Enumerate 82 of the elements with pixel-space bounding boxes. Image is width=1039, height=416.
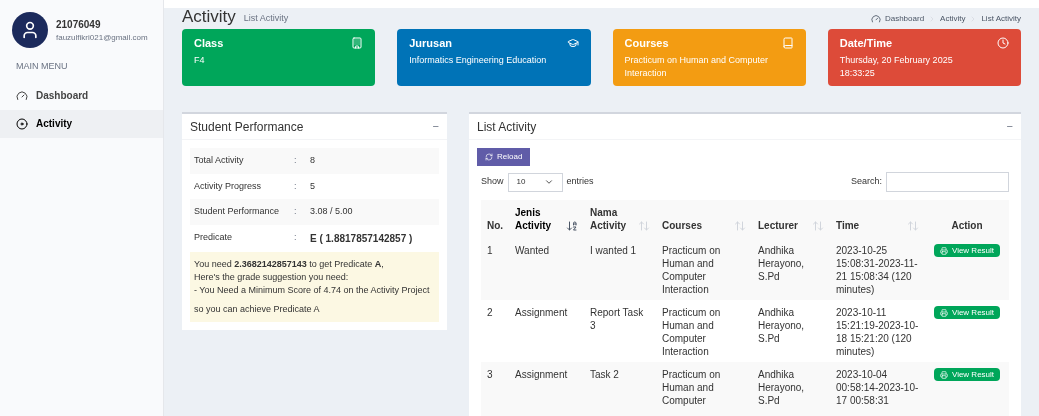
table-cell: 2023-10-25 15:08:31-2023-11-21 15:08:34 (120 minutes) [836, 245, 918, 295]
table-cell: Assignment [515, 307, 568, 318]
table-cell: Andhika Herayono, S.Pd [758, 307, 805, 344]
printer-icon [939, 246, 948, 255]
show-label: Show [481, 175, 504, 189]
card-icon [997, 37, 1009, 50]
breadcrumb-link[interactable]: Dashboard [884, 13, 925, 25]
table-cell: 3 [487, 369, 493, 380]
stat-separator: : [294, 230, 298, 244]
collapse-button[interactable]: − [432, 118, 439, 135]
card-icon [566, 37, 579, 50]
reload-button[interactable]: Reload [477, 148, 531, 166]
stat-value: E ( 1.8817857142857 ) [310, 231, 413, 246]
table-cell: 2023-10-04 00:58:14-2023-10-17 00:58:31 [836, 369, 919, 406]
column-header[interactable]: Jenis Activity [509, 200, 584, 238]
table-cell: Practicum on Human and Computer [662, 369, 721, 406]
card-value: Informatics Engineering Education [409, 53, 548, 67]
table-cell: Andhika Herayono, S.Pd [758, 245, 805, 282]
suggestion-text: so you can achieve Predicate A [194, 302, 321, 316]
column-header: Action [950, 219, 984, 233]
sidebar-item[interactable]: Activity [0, 109, 163, 138]
column-header[interactable]: Time [830, 200, 925, 238]
disc-icon [16, 117, 28, 130]
card-title: Date/Time [839, 36, 893, 51]
table-cell: Task 2 [590, 369, 619, 380]
stat-value: 5 [310, 179, 315, 193]
panel-title: Student Performance [190, 118, 304, 136]
card-icon [351, 37, 364, 50]
card-title: Jurusan [409, 36, 453, 51]
table-cell: I wanted 1 [590, 245, 637, 256]
table-cell: 2023-10-11 15:21:19-2023-10-18 15:21:20 (120 minutes) [836, 307, 919, 357]
avatar-icon [12, 12, 48, 48]
stat-label: Total Activity [194, 154, 245, 167]
stat-value: 8 [310, 154, 315, 167]
card-title: Class [194, 36, 224, 51]
user-email: fauzulfikri021@gmail.com [56, 31, 148, 44]
table-cell: Practicum on Human and Computer Interaction [662, 307, 721, 357]
page-size-select[interactable]: 10 [507, 172, 563, 192]
printer-icon [939, 370, 948, 379]
column-header: No. [486, 219, 505, 233]
sidebar-item[interactable]: Dashboard [0, 81, 163, 110]
column-header[interactable]: Lecturer [752, 200, 830, 238]
sort-icon[interactable] [566, 220, 578, 232]
table-cell: Wanted [515, 245, 550, 256]
menu-heading: MAIN MENU [15, 60, 69, 73]
stat-separator: : [294, 205, 298, 218]
collapse-button[interactable]: − [1006, 118, 1013, 135]
user-id: 21076049 [56, 17, 102, 32]
table-cell: Practicum on Human and Computer Interaction [662, 245, 721, 295]
card-title: Courses [624, 36, 669, 51]
card-value: F4 [194, 53, 206, 67]
stat-separator: : [294, 179, 298, 193]
table-cell: 2 [487, 307, 493, 318]
column-header[interactable]: Nama Activity [584, 200, 656, 238]
caret-icon [543, 177, 554, 187]
suggestion-text: - You Need a Minimum Score of 4.74 on the Activity Project [194, 283, 431, 297]
search-field[interactable] [886, 172, 1009, 192]
stat-label: Activity Progress [194, 179, 263, 193]
column-header[interactable]: Courses [656, 200, 752, 238]
stat-label: Student Performance [194, 205, 281, 218]
stat-value: 3.08 / 5.00 [310, 205, 353, 218]
suggestion-text: Here's the grade suggestion you need: [194, 270, 350, 284]
page-title: Activity [182, 8, 236, 25]
page-subtitle: List Activity [243, 11, 289, 25]
card-value: Thursday, 20 February 2025 18:33:25 [839, 53, 954, 80]
card-icon [781, 37, 794, 50]
printer-icon [939, 308, 948, 317]
gauge-icon [16, 89, 28, 102]
suggestion-text: You need 2.3682142857143 to get Predicate A, [194, 257, 385, 271]
refresh-icon [485, 153, 493, 161]
table-cell: Andhika Herayono, S.Pd [758, 369, 805, 406]
table-cell: Assignment [515, 369, 568, 380]
breadcrumb-link[interactable]: Activity [940, 13, 966, 25]
panel-title: List Activity [477, 118, 537, 136]
search-label: Search: [850, 175, 882, 189]
stat-label: Predicate [194, 230, 234, 244]
gauge-icon [870, 14, 881, 24]
table-cell: 1 [487, 245, 493, 256]
stat-separator: : [294, 154, 298, 167]
entries-label: entries [566, 175, 594, 189]
card-value: Practicum on Human and Computer Interaction [624, 53, 770, 80]
table-cell: Report Task 3 [590, 307, 644, 331]
